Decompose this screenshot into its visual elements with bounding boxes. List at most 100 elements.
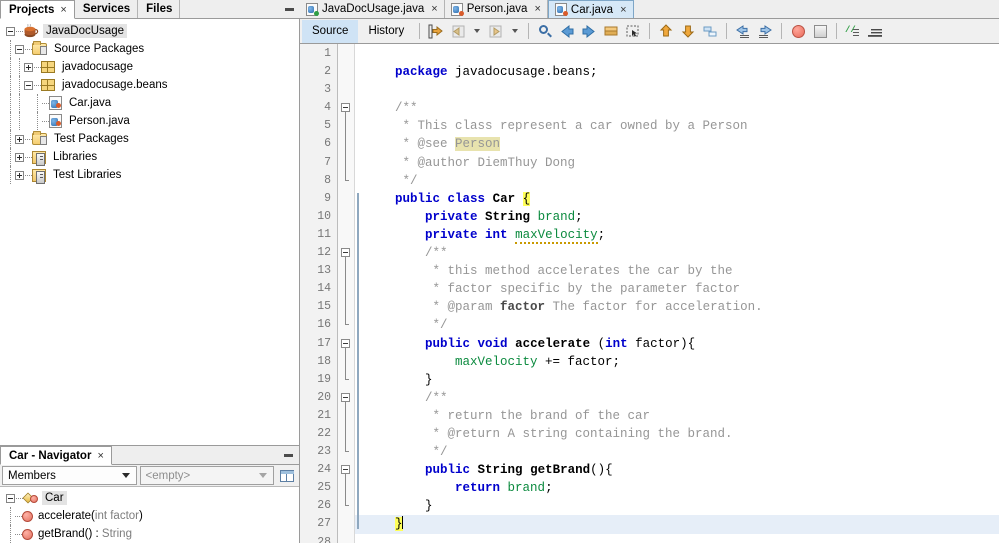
tree-connector	[15, 515, 22, 517]
shift-line-left-button[interactable]	[732, 21, 754, 42]
shift-line-right-button[interactable]	[754, 21, 776, 42]
tab-services[interactable]: Services	[74, 0, 139, 18]
code-line[interactable]: maxVelocity += factor;	[355, 353, 999, 371]
next-error-button[interactable]	[677, 21, 699, 42]
tree-node-project[interactable]: JavaDocUsage	[0, 22, 299, 40]
code-editor[interactable]: 1 2 3 4 5 6 7 8 9 10 11 12 13 14 15 16 17 18 19 20 21 22 23 24 2…	[300, 44, 999, 543]
editor-tab-person[interactable]: Person.java ×	[444, 0, 548, 18]
navigator-filter-select[interactable]: <empty>	[139, 466, 274, 485]
close-icon[interactable]: ×	[97, 450, 103, 462]
code-line[interactable]	[355, 81, 999, 99]
forward-dropdown-button[interactable]	[507, 21, 523, 42]
tree-node-file-person[interactable]: Person.java	[0, 112, 299, 130]
tree-node-package-javadocusage-beans[interactable]: javadocusage.beans	[0, 76, 299, 94]
close-icon[interactable]: ×	[620, 4, 626, 16]
code-text-area[interactable]: package javadocusage.beans; /** * This c…	[355, 44, 999, 543]
comment-button[interactable]: //	[842, 21, 864, 42]
tab-files[interactable]: Files	[138, 0, 181, 18]
code-line[interactable]: /**	[355, 244, 999, 262]
start-macro-recording-button[interactable]	[787, 21, 809, 42]
code-line[interactable]: public void accelerate (int factor){	[355, 335, 999, 353]
code-line[interactable]: */	[355, 172, 999, 190]
editor-tab-javadocusage[interactable]: JavaDocUsage.java ×	[300, 0, 445, 18]
line-number: 4	[324, 101, 331, 115]
previous-bookmark-button[interactable]	[556, 21, 578, 42]
code-line[interactable]: public class Car {	[355, 190, 999, 208]
collapse-toggle-icon[interactable]	[24, 80, 33, 90]
code-folding-column[interactable]	[338, 44, 355, 543]
close-icon[interactable]: ×	[60, 4, 66, 16]
tree-node-source-packages[interactable]: Source Packages	[0, 40, 299, 58]
back-dropdown-button[interactable]	[469, 21, 485, 42]
code-line[interactable]	[355, 45, 999, 63]
fold-toggle-icon[interactable]	[341, 338, 350, 348]
tab-source[interactable]: Source	[302, 19, 359, 43]
stop-macro-recording-button[interactable]	[809, 21, 831, 42]
collapse-toggle-icon[interactable]	[6, 493, 15, 503]
editor-tab-car[interactable]: Car.java ×	[547, 0, 634, 18]
expand-toggle-icon[interactable]	[15, 170, 24, 180]
code-line[interactable]: public String getBrand(){	[355, 461, 999, 479]
tab-navigator[interactable]: Car - Navigator ×	[0, 446, 112, 465]
navigator-node-method-getbrand[interactable]: getBrand() : String	[0, 525, 299, 543]
tab-projects[interactable]: Projects ×	[0, 0, 75, 19]
minimize-navigator-button[interactable]	[277, 446, 299, 464]
toggle-rectangular-selection-button[interactable]	[622, 21, 644, 42]
code-line[interactable]: }	[355, 497, 999, 515]
tab-history[interactable]: History	[358, 20, 414, 43]
uncomment-button[interactable]	[864, 21, 886, 42]
code-line[interactable]: * factor specific by the parameter facto…	[355, 280, 999, 298]
fold-toggle-icon[interactable]	[341, 248, 350, 258]
last-edit-button[interactable]	[425, 21, 447, 42]
fold-toggle-icon[interactable]	[341, 392, 350, 402]
line-number-gutter[interactable]: 1 2 3 4 5 6 7 8 9 10 11 12 13 14 15 16 17 18 19 20 21 22 23 24 2…	[300, 44, 338, 543]
code-line[interactable]: * this method accelerates the car by the	[355, 262, 999, 280]
fold-toggle-icon[interactable]	[341, 103, 350, 113]
expand-toggle-icon[interactable]	[24, 62, 33, 72]
close-icon[interactable]: ×	[534, 3, 540, 15]
code-line[interactable]: * @param factor The factor for accelerat…	[355, 298, 999, 316]
toggle-highlight-button[interactable]	[699, 21, 721, 42]
navigator-node-method-accelerate[interactable]: accelerate(int factor)	[0, 507, 299, 525]
code-line[interactable]: }	[355, 371, 999, 389]
fold-toggle-icon[interactable]	[341, 465, 350, 475]
code-line[interactable]: private String brand;	[355, 208, 999, 226]
code-line[interactable]: */	[355, 443, 999, 461]
code-line[interactable]: /**	[355, 99, 999, 117]
close-icon[interactable]: ×	[431, 3, 437, 15]
collapse-toggle-icon[interactable]	[6, 26, 15, 36]
back-button[interactable]	[447, 21, 469, 42]
navigator-filters-button[interactable]	[277, 466, 297, 485]
collapse-toggle-icon[interactable]	[15, 44, 24, 54]
tree-node-test-libraries[interactable]: Test Libraries	[0, 166, 299, 184]
minimize-projects-window-button[interactable]	[278, 0, 300, 18]
next-bookmark-button[interactable]	[578, 21, 600, 42]
code-line[interactable]: * @see Person	[355, 135, 999, 153]
code-line[interactable]: package javadocusage.beans;	[355, 63, 999, 81]
navigator-scope-select[interactable]: Members	[2, 466, 137, 485]
code-line[interactable]	[355, 534, 999, 543]
tree-node-package-javadocusage[interactable]: javadocusage	[0, 58, 299, 76]
code-line[interactable]: */	[355, 316, 999, 334]
code-line[interactable]: /**	[355, 389, 999, 407]
code-line[interactable]: private int maxVelocity;	[355, 226, 999, 244]
code-line[interactable]: * This class represent a car owned by a …	[355, 117, 999, 135]
code-line[interactable]: return brand;	[355, 479, 999, 497]
code-line[interactable]: * return the brand of the car	[355, 407, 999, 425]
tree-node-file-car[interactable]: Car.java	[0, 94, 299, 112]
navigator-tree[interactable]: Car accelerate(int factor) getBrand() : …	[0, 487, 299, 543]
expand-toggle-icon[interactable]	[15, 134, 24, 144]
navigator-node-class[interactable]: Car	[0, 489, 299, 507]
previous-error-button[interactable]	[655, 21, 677, 42]
java-file-icon	[450, 2, 464, 16]
tree-node-libraries[interactable]: Libraries	[0, 148, 299, 166]
code-line[interactable]: * @author DiemThuy Dong	[355, 154, 999, 172]
forward-button[interactable]	[485, 21, 507, 42]
code-line[interactable]: }	[355, 515, 999, 534]
toggle-bookmark-button[interactable]	[600, 21, 622, 42]
code-line[interactable]: * @return A string containing the brand.	[355, 425, 999, 443]
projects-tree[interactable]: JavaDocUsage Source Packages javadocusag…	[0, 19, 300, 445]
expand-toggle-icon[interactable]	[15, 152, 24, 162]
tree-node-test-packages[interactable]: Test Packages	[0, 130, 299, 148]
find-selection-button[interactable]	[534, 21, 556, 42]
